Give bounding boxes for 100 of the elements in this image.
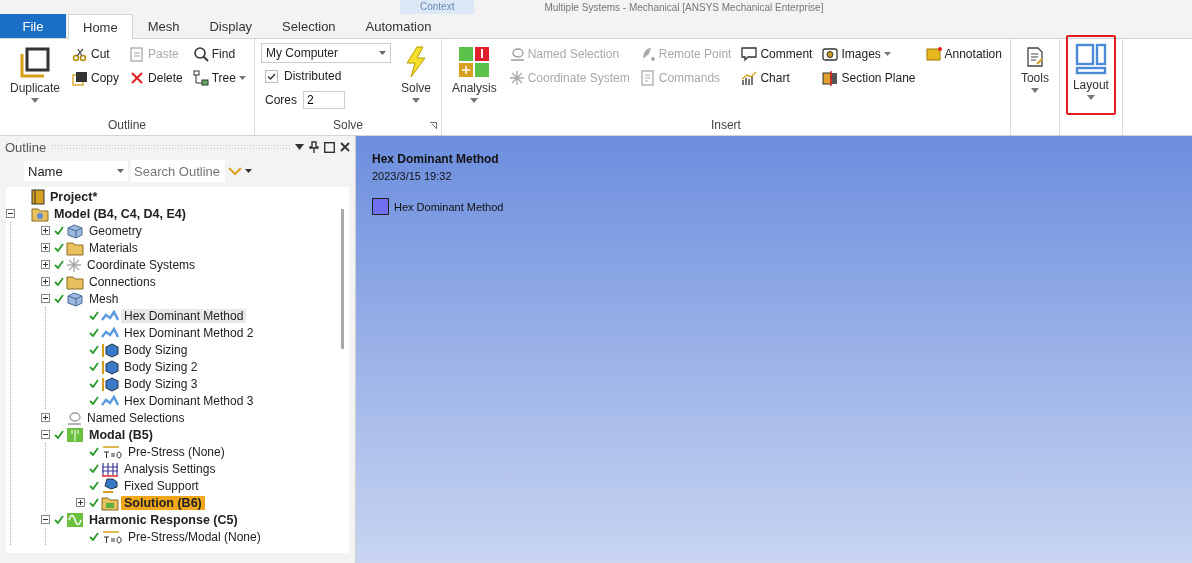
scissors-icon [72,46,89,62]
cube-icon [66,290,84,307]
folder-icon [31,205,49,222]
caret-icon [1030,88,1039,93]
tree-item[interactable]: Project* [47,189,101,204]
analysis-icon [66,426,84,443]
expand-icon[interactable] [76,498,85,507]
ribbon-button[interactable]: Cut [70,43,122,65]
named-selection-icon [66,409,82,426]
tree-item[interactable]: Solution (B6) [121,495,205,510]
caret-icon [378,51,386,55]
tree-item[interactable]: Geometry [86,223,145,238]
copy-icon [72,70,89,86]
ribbon-button[interactable]: Tree [190,67,248,89]
dropdown-icon[interactable] [295,144,304,150]
large-ribbon-button[interactable]: Layout [1065,35,1116,115]
chart-icon [741,70,758,86]
ribbon-button[interactable]: Delete [127,67,185,89]
expand-icon[interactable] [41,277,50,286]
tree-icon [192,70,209,86]
ribbon-button[interactable]: Find [190,43,248,65]
tree-item[interactable]: Model (B4, C4, D4, E4) [51,206,189,221]
tree-item[interactable]: Hex Dominant Method 3 [121,393,257,408]
tree-item[interactable]: Named Selections [84,410,188,425]
filter-dropdown[interactable]: Name [24,161,128,181]
large-ribbon-button[interactable]: Solve [396,43,435,115]
ribbon-button[interactable]: Comment [739,43,815,65]
tree-item[interactable]: Fixed Support [121,478,202,493]
tree-item[interactable]: Pre-Stress (None) [125,444,228,459]
collapse-icon[interactable] [41,515,50,524]
solver-dropdown[interactable]: My Computer [260,43,391,63]
timestamp: 2023/3/15 19:32 [372,170,453,182]
large-ribbon-button[interactable]: Analysis [448,43,501,115]
tree-item[interactable]: Modal (B5) [86,427,156,442]
folder-icon [101,494,119,511]
prestress-icon [101,528,123,545]
tree-item[interactable]: Pre-Stress/Modal (None) [125,529,264,544]
search-icon [192,46,209,62]
ribbon-button[interactable]: Images [820,43,918,65]
tree-item[interactable]: Body Sizing [121,342,191,357]
ribbon-button[interactable]: Section Plane [820,67,918,89]
checkbox[interactable] [264,69,278,83]
search-field[interactable]: Search Outline [131,160,225,182]
close-icon[interactable] [340,142,350,152]
field-label: Cores [264,93,297,107]
tree-item[interactable]: Coordinate Systems [84,257,199,272]
tree-item[interactable]: Mesh [86,291,122,306]
expand-icon[interactable] [41,243,50,252]
analysis-grid-icon [458,46,491,78]
ribbon-tab[interactable]: Display [194,14,268,38]
collapse-icon[interactable] [41,430,50,439]
large-ribbon-button[interactable]: Tools [1016,43,1053,115]
expand-icon[interactable] [41,226,50,235]
tree-item[interactable]: Hex Dominant Method 2 [121,325,257,340]
caret-icon [117,169,124,173]
speech-bubble-icon [741,46,758,62]
ribbon-tab[interactable]: Home [68,14,133,39]
ribbon-button[interactable]: Annotation [923,43,1004,65]
dropdown-icon[interactable] [245,169,252,173]
sine-wave-icon [66,511,84,528]
group-label: Solve [331,118,364,134]
pin-icon[interactable] [309,141,319,153]
tree-item[interactable]: Body Sizing 2 [121,359,201,374]
ribbon-tab[interactable]: Selection [267,14,351,38]
folder-icon [66,273,84,290]
document-icon [1024,46,1045,68]
document-icon [639,70,656,86]
cube-icon [101,358,119,375]
lightning-icon [403,46,429,78]
tree-item[interactable]: Materials [86,240,141,255]
tree-item[interactable]: Harmonic Response (C5) [86,512,241,527]
maximize-icon[interactable] [324,141,335,153]
window-title: Multiple Systems - Mechanical [ANSYS Mechanical Enterprise] [544,1,824,13]
expand-icon[interactable] [41,413,50,422]
collapse-icon[interactable] [41,294,50,303]
axes-icon [66,256,82,273]
ribbon-button[interactable]: Copy [70,67,122,89]
cores-field[interactable]: 2 [303,91,345,109]
ribbon-button[interactable]: Chart [739,67,815,89]
legend-label: Hex Dominant Method [394,200,504,213]
context-tab-label: Context [400,0,475,14]
tree-item[interactable]: Analysis Settings [121,461,219,476]
tree-item[interactable]: Connections [86,274,159,289]
expand-icon[interactable] [41,260,50,269]
graphics-title: Hex Dominant Method [372,152,500,166]
caret-icon [883,52,891,56]
ribbon-tab[interactable]: Automation [350,14,447,38]
caret-icon [470,98,479,103]
dialog-launcher-icon[interactable] [430,122,437,129]
tree-item[interactable]: Body Sizing 3 [121,376,201,391]
caret-icon [31,98,39,103]
scrollbar[interactable] [341,209,344,349]
collapse-icon[interactable] [6,209,15,218]
grid-icon [101,460,119,477]
ribbon-tab[interactable]: Mesh [132,14,195,38]
large-ribbon-button[interactable]: Duplicate [6,43,65,115]
axes-icon [508,70,525,86]
file-menu-button[interactable]: File [0,14,66,38]
folder-icon [66,239,84,256]
tree-item[interactable]: Hex Dominant Method [121,308,247,323]
